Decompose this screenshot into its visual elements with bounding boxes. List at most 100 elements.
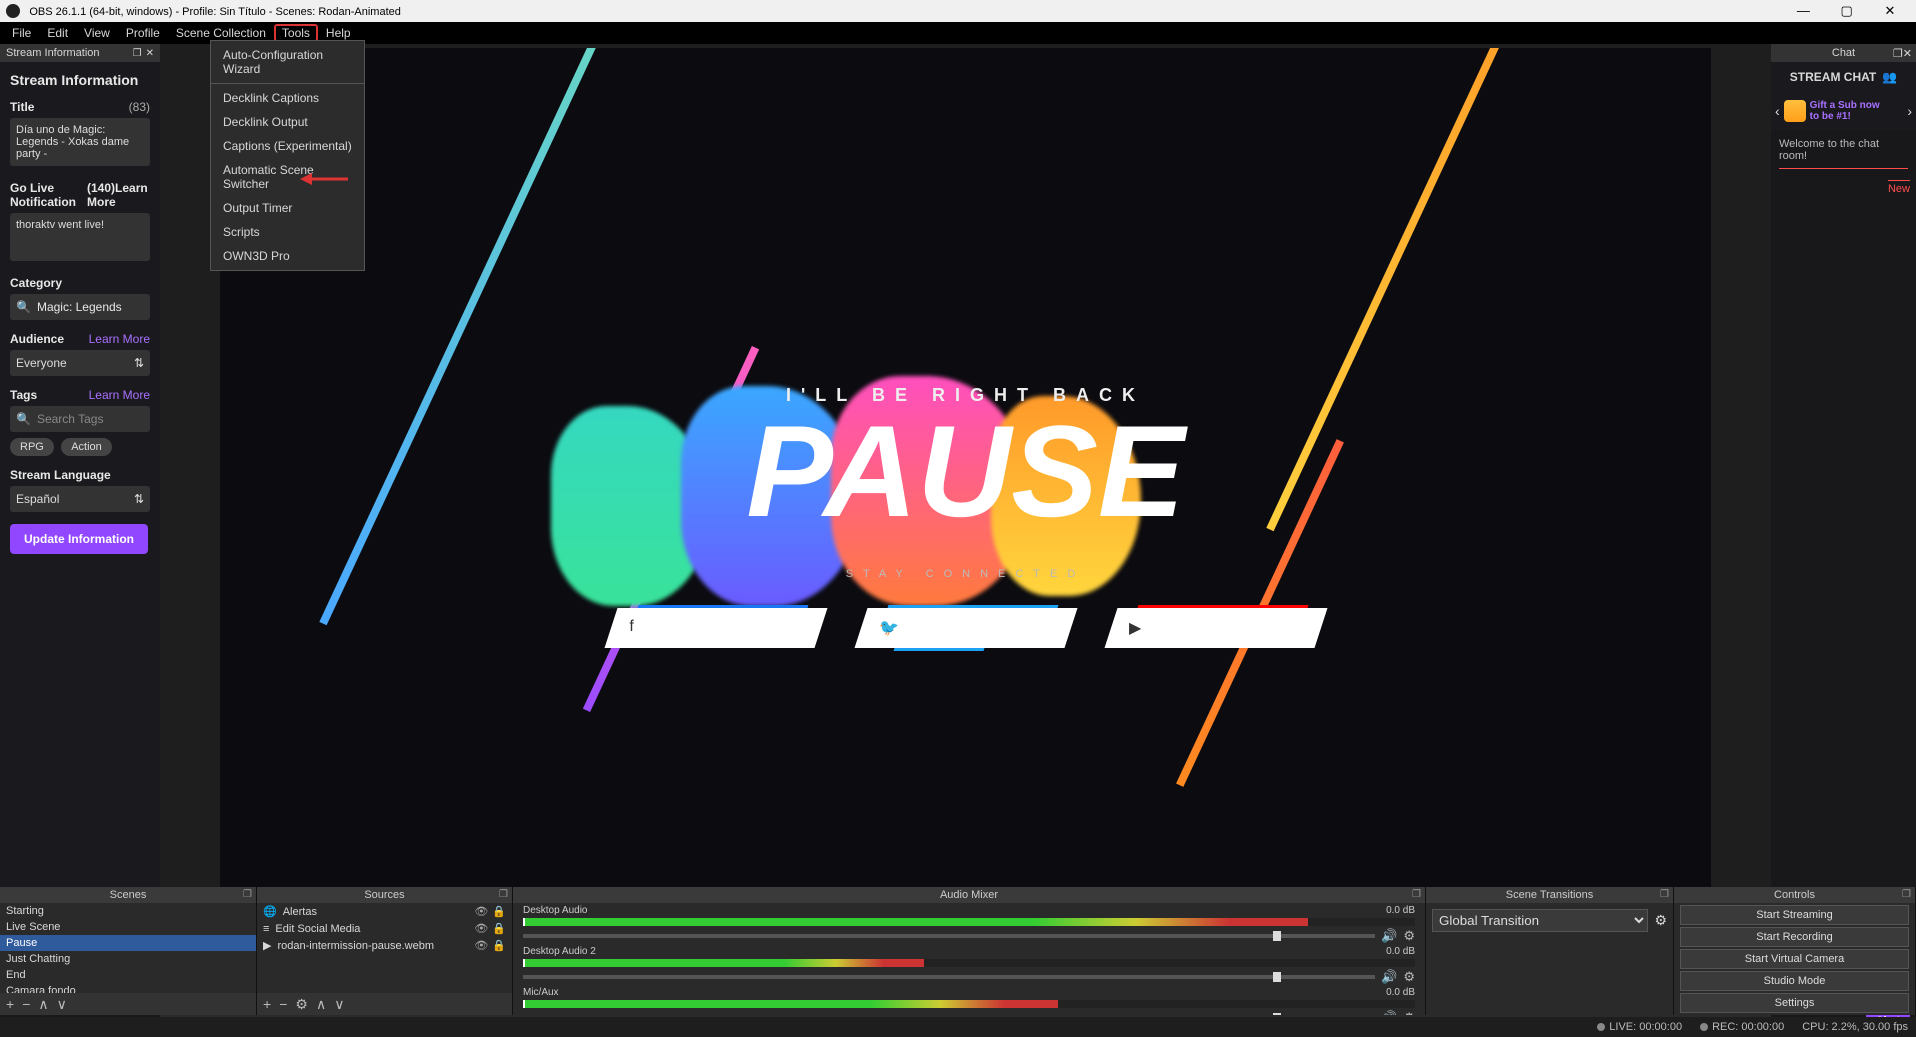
dock-popout-icon[interactable]: ❐	[243, 889, 252, 900]
scene-up-button[interactable]: ∧	[38, 996, 48, 1013]
channel-settings-icon[interactable]: ⚙	[1403, 969, 1415, 985]
close-button[interactable]: ✕	[1870, 3, 1910, 19]
tags-label: Tags	[10, 388, 37, 402]
speaker-icon[interactable]: 🔊	[1381, 928, 1397, 944]
scene-row[interactable]: Pause	[0, 935, 256, 951]
golive-input[interactable]	[10, 213, 150, 261]
audience-learn-more[interactable]: Learn More	[89, 332, 150, 346]
tools-output-timer[interactable]: Output Timer	[211, 196, 364, 220]
scene-row[interactable]: Just Chatting	[0, 951, 256, 967]
control-button[interactable]: Settings	[1680, 993, 1909, 1013]
stream-title-input[interactable]	[10, 118, 150, 166]
control-button[interactable]: Start Recording	[1680, 927, 1909, 947]
source-type-icon: 🌐	[263, 905, 277, 918]
lock-icon[interactable]: 🔒	[492, 922, 506, 935]
source-props-button[interactable]: ⚙	[295, 996, 308, 1013]
mixer-channel: Desktop Audio0.0 dB🔊⚙	[513, 903, 1425, 944]
control-button[interactable]: Studio Mode	[1680, 971, 1909, 991]
tools-auto-scene-switcher[interactable]: Automatic Scene Switcher	[211, 158, 364, 196]
scene-row[interactable]: End	[0, 967, 256, 983]
channel-name: Mic/Aux	[523, 987, 559, 998]
tools-scripts[interactable]: Scripts	[211, 220, 364, 244]
dock-popout-icon[interactable]: ❐	[1902, 889, 1911, 900]
tools-decklink-output[interactable]: Decklink Output	[211, 110, 364, 134]
preview-canvas[interactable]: I'LL BE RIGHT BACK PAUSE STAY CONNECTED …	[220, 48, 1711, 985]
sources-dock: Sources❐ 🌐Alertas👁🔒≡Edit Social Media👁🔒▶…	[257, 887, 513, 1015]
category-select[interactable]: 🔍 Magic: Legends	[10, 294, 150, 320]
gift-banner[interactable]: ‹ Gift a Sub nowto be #1! ›	[1771, 92, 1916, 130]
source-row[interactable]: ≡Edit Social Media👁🔒	[257, 920, 512, 937]
scene-down-button[interactable]: ∨	[57, 996, 67, 1013]
scene-row[interactable]: Starting	[0, 903, 256, 919]
mixer-channel: Desktop Audio 20.0 dB🔊⚙	[513, 944, 1425, 985]
transition-select[interactable]: Global Transition	[1432, 909, 1648, 932]
add-source-button[interactable]: +	[263, 996, 271, 1012]
menu-edit[interactable]: Edit	[39, 24, 76, 42]
dock-popout-icon[interactable]: ❐	[499, 889, 508, 900]
tag-pill[interactable]: Action	[61, 438, 112, 456]
search-icon: 🔍	[16, 300, 31, 314]
visibility-icon[interactable]: 👁	[474, 939, 488, 952]
menu-file[interactable]: File	[4, 24, 39, 42]
stream-info-panel-title: Stream Information	[6, 47, 100, 59]
chat-welcome-msg: Welcome to the chat room!	[1779, 138, 1908, 162]
transition-settings-button[interactable]: ⚙	[1654, 912, 1667, 929]
scene-row[interactable]: Live Scene	[0, 919, 256, 935]
tools-captions-exp[interactable]: Captions (Experimental)	[211, 134, 364, 158]
audience-select[interactable]: Everyone ⇅	[10, 350, 150, 376]
dock-popout-icon[interactable]: ❐	[1660, 889, 1669, 900]
remove-source-button[interactable]: −	[279, 996, 287, 1012]
lock-icon[interactable]: 🔒	[492, 939, 506, 952]
source-up-button[interactable]: ∧	[316, 996, 326, 1013]
menu-profile[interactable]: Profile	[118, 24, 168, 42]
dock-close-icon[interactable]: ✕	[1903, 48, 1912, 60]
tools-own3d-pro[interactable]: OWN3D Pro	[211, 244, 364, 268]
scenes-list[interactable]: StartingLive ScenePauseJust ChattingEndC…	[0, 903, 256, 993]
channel-settings-icon[interactable]: ⚙	[1403, 1010, 1415, 1015]
dock-popout-icon[interactable]: ❐	[1893, 48, 1903, 60]
audience-label: Audience	[10, 332, 64, 346]
visibility-icon[interactable]: 👁	[474, 922, 488, 935]
chevron-right-icon[interactable]: ›	[1907, 103, 1912, 119]
dock-popout-icon[interactable]: ❐	[1412, 889, 1421, 900]
channel-settings-icon[interactable]: ⚙	[1403, 928, 1415, 944]
source-down-button[interactable]: ∨	[334, 996, 344, 1013]
chevron-left-icon[interactable]: ‹	[1775, 103, 1780, 119]
controls-dock-title: Controls	[1774, 889, 1815, 901]
lock-icon[interactable]: 🔒	[492, 905, 506, 918]
sources-list[interactable]: 🌐Alertas👁🔒≡Edit Social Media👁🔒▶rodan-int…	[257, 903, 512, 993]
language-select[interactable]: Español ⇅	[10, 486, 150, 512]
people-icon[interactable]: 👥	[1882, 70, 1897, 84]
update-information-button[interactable]: Update Information	[10, 524, 148, 554]
source-row[interactable]: 🌐Alertas👁🔒	[257, 903, 512, 920]
maximize-button[interactable]: ▢	[1827, 3, 1867, 19]
chat-panel-title: Chat	[1832, 47, 1855, 59]
tags-search[interactable]: 🔍 Search Tags	[10, 406, 150, 432]
control-button[interactable]: Start Virtual Camera	[1680, 949, 1909, 969]
status-live: LIVE: 00:00:00	[1597, 1021, 1682, 1033]
obs-app-icon	[6, 4, 20, 18]
social-facebook: f	[604, 608, 827, 648]
source-row[interactable]: ▶rodan-intermission-pause.webm👁🔒	[257, 937, 512, 954]
tools-auto-config[interactable]: Auto-Configuration Wizard	[211, 43, 364, 81]
volume-slider[interactable]	[523, 934, 1375, 938]
menu-view[interactable]: View	[76, 24, 118, 42]
volume-slider[interactable]	[523, 975, 1375, 979]
dock-close-icon[interactable]: ✕	[146, 48, 154, 59]
scene-row[interactable]: Camara fondo	[0, 983, 256, 993]
control-button[interactable]: Start Streaming	[1680, 905, 1909, 925]
minimize-button[interactable]: —	[1783, 3, 1823, 18]
controls-dock: Controls ❐ Start StreamingStart Recording…	[1674, 887, 1916, 1015]
tools-decklink-captions[interactable]: Decklink Captions	[211, 86, 364, 110]
speaker-icon[interactable]: 🔊	[1381, 1010, 1397, 1015]
add-scene-button[interactable]: +	[6, 996, 14, 1012]
tags-learn-more[interactable]: Learn More	[89, 388, 150, 402]
speaker-icon[interactable]: 🔊	[1381, 969, 1397, 985]
remove-scene-button[interactable]: −	[22, 996, 30, 1012]
window-title: OBS 26.1.1 (64-bit, windows) - Profile: …	[29, 6, 401, 18]
visibility-icon[interactable]: 👁	[474, 905, 488, 918]
dock-popout-icon[interactable]: ❐	[133, 48, 142, 59]
gift-icon	[1784, 100, 1806, 122]
social-row: f 🐦 ▶	[611, 608, 1321, 648]
tag-pill[interactable]: RPG	[10, 438, 54, 456]
